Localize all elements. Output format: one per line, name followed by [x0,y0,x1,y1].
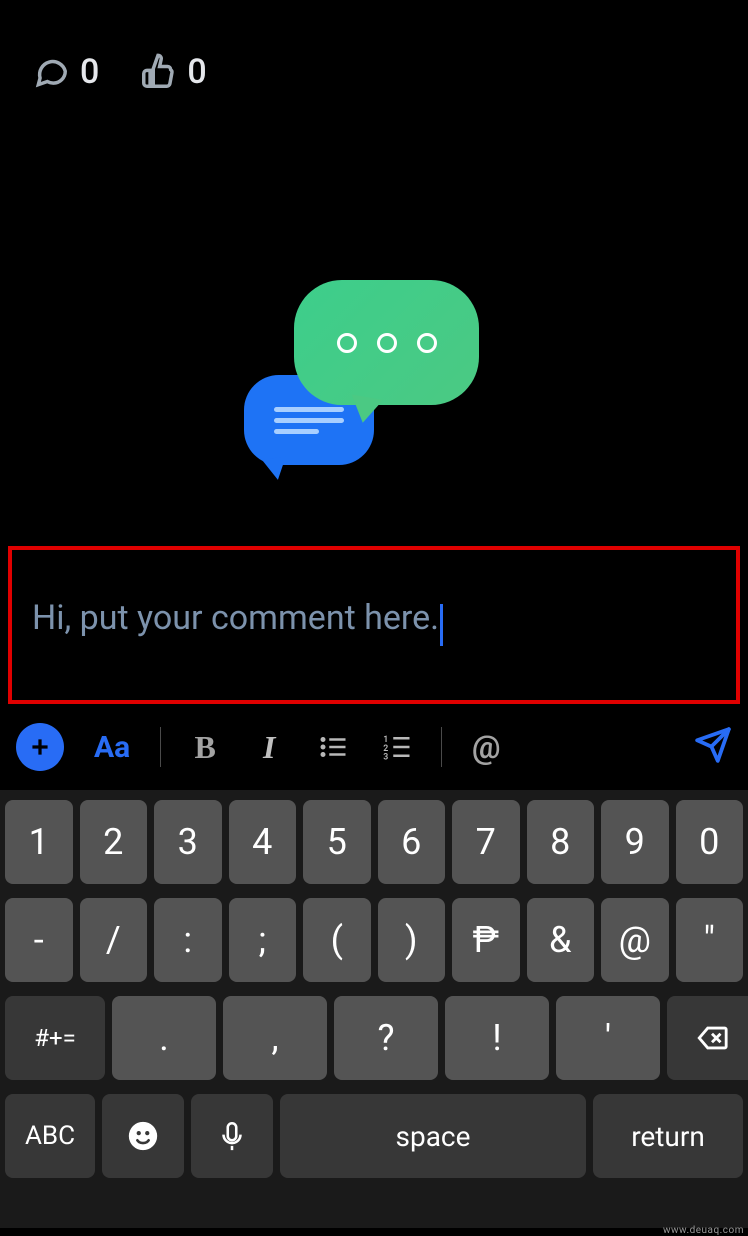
text-caret [440,604,443,646]
key-space[interactable]: space [280,1094,586,1178]
key-question[interactable]: ? [334,996,438,1080]
like-count[interactable]: 0 [139,52,206,92]
keyboard-row-4: ABC space return [5,1094,743,1178]
key-slash[interactable]: / [80,898,148,982]
keyboard-row-1: 1 2 3 4 5 6 7 8 9 0 [5,800,743,884]
key-semicolon[interactable]: ; [229,898,297,982]
backspace-icon [695,1021,729,1055]
key-open-paren[interactable]: ( [303,898,371,982]
watermark: www.deuaq.com [663,1225,744,1236]
numbered-list-button[interactable]: 123 [365,732,429,762]
send-button[interactable] [694,726,732,768]
add-attachment-button[interactable] [16,723,64,771]
italic-button[interactable]: I [237,729,301,766]
keyboard-row-3: #+= . , ? ! ' [5,996,743,1080]
bullet-list-button[interactable] [301,732,365,762]
keyboard-row-2: - / : ; ( ) ₱ & @ " [5,898,743,982]
key-2[interactable]: 2 [80,800,148,884]
comment-input-area[interactable]: Hi, put your comment here. [8,546,740,704]
comment-count-value: 0 [80,52,99,92]
key-ampersand[interactable]: & [527,898,595,982]
key-symbol-switch[interactable]: #+= [5,996,105,1080]
key-quote[interactable]: " [676,898,744,982]
formatting-toolbar: Aa B I 123 @ [0,708,748,786]
bold-button[interactable]: B [173,729,237,766]
key-apostrophe[interactable]: ' [556,996,660,1080]
key-comma[interactable]: , [223,996,327,1080]
toolbar-separator [441,727,442,767]
key-8[interactable]: 8 [527,800,595,884]
mention-button[interactable]: @ [454,728,518,766]
key-abc[interactable]: ABC [5,1094,95,1178]
key-backspace[interactable] [667,996,748,1080]
comment-count[interactable]: 0 [32,52,99,92]
key-7[interactable]: 7 [452,800,520,884]
svg-text:3: 3 [383,753,388,763]
key-0[interactable]: 0 [676,800,744,884]
key-peso[interactable]: ₱ [452,898,520,982]
stats-bar: 0 0 [32,52,207,92]
key-6[interactable]: 6 [378,800,446,884]
key-1[interactable]: 1 [5,800,73,884]
key-close-paren[interactable]: ) [378,898,446,982]
key-period[interactable]: . [112,996,216,1080]
empty-comments-illustration [244,280,504,480]
key-exclaim[interactable]: ! [445,996,549,1080]
thumbs-up-icon [139,53,177,91]
comment-icon [32,53,70,91]
text-style-button[interactable]: Aa [94,730,130,765]
key-emoji[interactable] [102,1094,184,1178]
key-dash[interactable]: - [5,898,73,982]
key-return[interactable]: return [593,1094,743,1178]
green-bubble-icon [294,280,479,405]
comment-input-text: Hi, put your comment here. [32,598,439,638]
key-dictation[interactable] [191,1094,273,1178]
emoji-icon [126,1119,160,1153]
key-4[interactable]: 4 [229,800,297,884]
toolbar-separator [160,727,161,767]
key-5[interactable]: 5 [303,800,371,884]
key-3[interactable]: 3 [154,800,222,884]
on-screen-keyboard: 1 2 3 4 5 6 7 8 9 0 - / : ; ( ) ₱ & @ " … [0,790,748,1228]
microphone-icon [215,1119,249,1153]
like-count-value: 0 [187,52,206,92]
key-colon[interactable]: : [154,898,222,982]
key-at[interactable]: @ [601,898,669,982]
key-9[interactable]: 9 [601,800,669,884]
